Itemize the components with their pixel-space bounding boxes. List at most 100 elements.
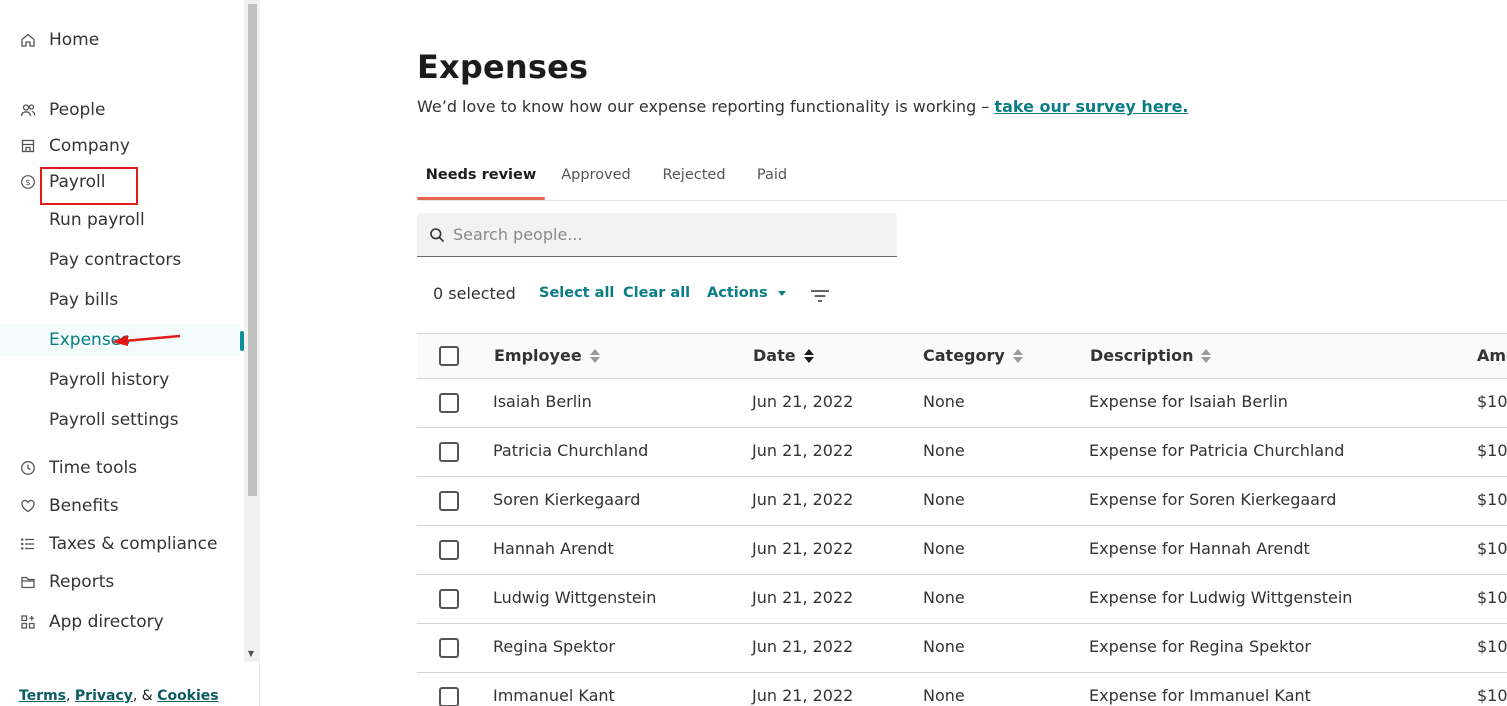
caret-down-icon [777,290,786,296]
column-amount[interactable]: Amo [1477,346,1507,365]
table-row[interactable]: Patricia Churchland Jun 21, 2022 None Ex… [417,428,1507,477]
table-header: Employee Date Category Description Amo [417,333,1507,379]
sidebar-item-label: Time tools [49,458,138,478]
sidebar-scrollbar-thumb[interactable] [248,4,257,496]
table-row[interactable]: Regina Spektor Jun 21, 2022 None Expense… [417,624,1507,673]
cell-description: Expense for Hannah Arendt [1089,539,1310,558]
annotation-highlight-box [40,167,138,205]
cell-amount: $10 [1477,588,1507,607]
table-row[interactable]: Hannah Arendt Jun 21, 2022 None Expense … [417,526,1507,575]
sidebar-item-label: Taxes & compliance [49,534,218,554]
sidebar: Home People Company $ Payroll Run payrol… [0,0,260,706]
cell-amount: $10 [1477,686,1507,705]
terms-link[interactable]: Terms [19,688,66,704]
cell-date: Jun 21, 2022 [752,637,854,656]
row-checkbox[interactable] [439,442,459,462]
footer-separator: , [66,688,75,704]
cell-category: None [923,490,965,509]
sidebar-item-pay-bills[interactable]: Pay bills [0,284,240,316]
cookies-link[interactable]: Cookies [157,688,218,704]
sidebar-item-label: Pay contractors [49,250,182,270]
sort-icon [1012,348,1023,363]
cell-employee: Patricia Churchland [493,441,649,460]
column-description[interactable]: Description [1090,346,1212,365]
sidebar-item-people[interactable]: People [0,94,240,126]
select-all-button[interactable]: Select all [539,285,614,301]
selected-count: 0 selected [433,284,516,303]
page-title: Expenses [417,48,589,86]
cell-description: Expense for Immanuel Kant [1089,686,1311,705]
column-date[interactable]: Date [753,346,814,365]
table-row[interactable]: Ludwig Wittgenstein Jun 21, 2022 None Ex… [417,575,1507,624]
row-checkbox[interactable] [439,687,459,706]
privacy-link[interactable]: Privacy [75,688,133,704]
survey-link[interactable]: take our survey here. [994,97,1188,116]
scroll-down-icon[interactable]: ▼ [246,650,256,658]
home-icon [20,32,36,48]
cell-category: None [923,686,965,705]
sidebar-item-taxes[interactable]: Taxes & compliance [0,528,240,560]
cell-employee: Hannah Arendt [493,539,614,558]
column-category[interactable]: Category [923,346,1023,365]
cell-date: Jun 21, 2022 [752,588,854,607]
column-label: Description [1090,346,1194,365]
cell-amount: $10 [1477,392,1507,411]
select-all-checkbox[interactable] [439,346,459,366]
tab-approved[interactable]: Approved [551,150,641,200]
sidebar-item-pay-contractors[interactable]: Pay contractors [0,244,240,276]
sidebar-item-label: Home [49,30,100,50]
search-input[interactable] [453,225,873,244]
tab-bar: Needs review Approved Rejected Paid [417,150,1507,201]
actions-button[interactable]: Actions [707,285,786,301]
tab-rejected[interactable]: Rejected [649,150,739,200]
row-checkbox[interactable] [439,393,459,413]
sidebar-item-label: Reports [49,572,115,592]
row-checkbox[interactable] [439,540,459,560]
sidebar-item-benefits[interactable]: Benefits [0,490,240,522]
column-label: Category [923,346,1005,365]
people-icon [20,102,36,118]
clear-all-button[interactable]: Clear all [623,285,690,301]
tab-needs-review[interactable]: Needs review [417,150,545,200]
sidebar-item-time-tools[interactable]: Time tools [0,452,240,484]
cell-date: Jun 21, 2022 [752,686,854,705]
sidebar-item-label: Company [49,136,130,156]
sidebar-item-home[interactable]: Home [0,24,240,56]
cell-date: Jun 21, 2022 [752,539,854,558]
cell-category: None [923,637,965,656]
row-checkbox[interactable] [439,589,459,609]
clock-icon [20,460,36,476]
list-icon [20,536,36,552]
table-row[interactable]: Isaiah Berlin Jun 21, 2022 None Expense … [417,379,1507,428]
folder-icon [20,574,36,590]
annotation-arrow-icon [112,334,181,346]
sidebar-item-app-directory[interactable]: App directory [0,606,240,638]
row-checkbox[interactable] [439,638,459,658]
sidebar-item-payroll-settings[interactable]: Payroll settings [0,404,240,436]
footer-links: Terms, Privacy, & Cookies [19,688,219,704]
row-checkbox[interactable] [439,491,459,511]
column-employee[interactable]: Employee [494,346,600,365]
filter-icon[interactable] [810,288,830,304]
sidebar-item-run-payroll[interactable]: Run payroll [0,204,240,236]
sidebar-item-reports[interactable]: Reports [0,566,240,598]
cell-category: None [923,392,965,411]
cell-description: Expense for Soren Kierkegaard [1089,490,1337,509]
table-row[interactable]: Immanuel Kant Jun 21, 2022 None Expense … [417,673,1507,706]
sidebar-item-label: People [49,100,106,120]
main-content: Expenses We’d love to know how our expen… [260,0,1507,706]
heart-icon [20,498,36,514]
cell-description: Expense for Patricia Churchland [1089,441,1345,460]
cell-employee: Ludwig Wittgenstein [493,588,657,607]
sidebar-item-company[interactable]: Company [0,130,240,162]
expenses-table: Employee Date Category Description Amo I… [417,333,1507,706]
cell-category: None [923,539,965,558]
table-row[interactable]: Soren Kierkegaard Jun 21, 2022 None Expe… [417,477,1507,526]
cell-employee: Soren Kierkegaard [493,490,641,509]
tab-paid[interactable]: Paid [747,150,797,200]
footer-separator: , & [132,688,158,704]
sidebar-item-payroll-history[interactable]: Payroll history [0,364,240,396]
search-box [417,213,897,257]
apps-icon [20,614,36,630]
cell-description: Expense for Ludwig Wittgenstein [1089,588,1353,607]
